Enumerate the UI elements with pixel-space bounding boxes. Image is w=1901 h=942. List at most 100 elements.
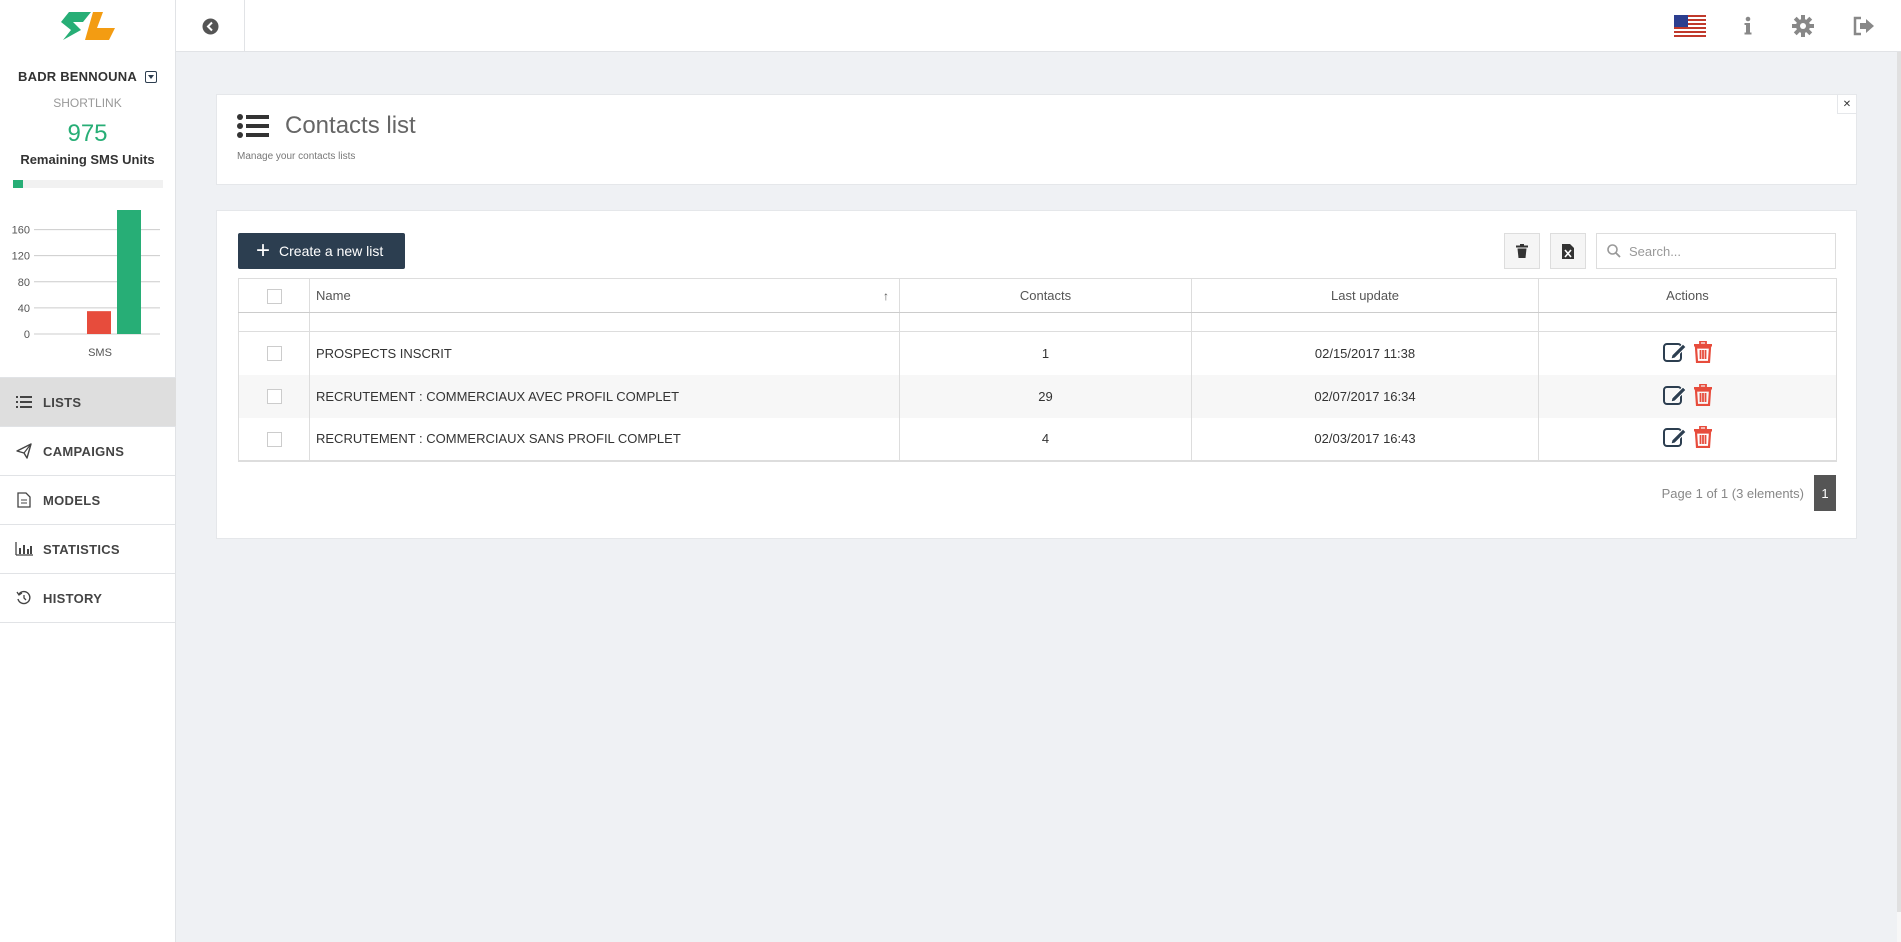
row-select-cell (238, 417, 310, 462)
select-all-checkbox[interactable] (266, 288, 282, 304)
page-title-row: Contacts list (237, 112, 416, 140)
contacts-count-cell: 1 (899, 331, 1192, 375)
sidebar-item-label: LISTS (43, 394, 82, 410)
sidebar-item-statistics[interactable]: STATISTICS (0, 525, 176, 574)
gear-icon[interactable] (1786, 12, 1820, 40)
page-button-1[interactable]: 1 (1814, 475, 1836, 511)
column-header-contacts[interactable]: Contacts (899, 278, 1192, 313)
sidebar-item-history[interactable]: HISTORY (0, 574, 176, 623)
info-icon[interactable] (1731, 12, 1765, 40)
chart-bar (117, 210, 141, 334)
sidebar-item-label: CAMPAIGNS (43, 443, 125, 459)
chart-tick-label: 0 (24, 329, 30, 341)
row-checkbox[interactable] (266, 346, 282, 362)
delete-icon[interactable] (1693, 383, 1713, 406)
sms-remaining-count: 975 (67, 120, 108, 147)
search-box (1596, 233, 1836, 269)
actions-cell (1538, 417, 1837, 462)
list-name-cell: PROSPECTS INSCRIT (309, 331, 900, 375)
sidebar-item-campaigns[interactable]: CAMPAIGNS (0, 427, 176, 476)
panel-collapse-button[interactable]: ✕ (1837, 95, 1856, 114)
sidebar-item-label: STATISTICS (43, 541, 120, 557)
sidebar-item-label: HISTORY (43, 590, 103, 606)
page-subtitle: Manage your contacts lists (237, 151, 356, 162)
page-info: Page 1 of 1 (3 elements) (1661, 485, 1804, 501)
document-icon (15, 491, 33, 509)
filter-cell (309, 312, 900, 332)
page-title: Contacts list (285, 112, 416, 139)
sort-ascending-icon: ↑ (883, 289, 889, 303)
sidebar-item-models[interactable]: MODELS (0, 476, 176, 525)
sidebar-nav: LISTS CAMPAIGNS MODELS STATISTICS HISTOR… (0, 377, 176, 623)
chart-tick-label: 40 (18, 303, 30, 315)
column-header-label: Name (316, 288, 351, 303)
actions-cell (1538, 331, 1837, 375)
sms-remaining-label: Remaining SMS Units (20, 152, 155, 167)
chevron-left-circle-icon (202, 18, 218, 34)
row-select-cell (238, 331, 310, 375)
last-update-cell: 02/07/2017 16:34 (1191, 374, 1539, 418)
collapse-sidebar-button[interactable] (176, 0, 245, 52)
list-name-cell: RECRUTEMENT : COMMERCIAUX AVEC PROFIL CO… (309, 374, 900, 418)
scrollbar-thumb[interactable] (1897, 52, 1901, 912)
page-scrollbar[interactable] (1897, 52, 1901, 942)
delete-icon[interactable] (1693, 340, 1713, 363)
filter-cell (1191, 312, 1539, 332)
actions-cell (1538, 374, 1837, 418)
paper-plane-icon (15, 442, 33, 460)
contacts-table: Name ↑ Contacts Last update Actions PROSP… (238, 278, 1837, 462)
column-header-actions: Actions (1538, 278, 1837, 313)
close-icon: ✕ (1842, 98, 1852, 110)
list-icon (15, 393, 33, 411)
company-name: SHORTLINK (53, 96, 122, 110)
row-checkbox[interactable] (266, 389, 282, 405)
delete-selected-button[interactable] (1504, 233, 1540, 269)
contacts-count-cell: 29 (899, 374, 1192, 418)
pagination: Page 1 of 1 (3 elements) 1 (1662, 475, 1836, 511)
logo-icon (60, 12, 115, 40)
shortlink-logo[interactable] (0, 0, 175, 52)
edit-icon[interactable] (1662, 384, 1687, 406)
contacts-count-cell: 4 (899, 417, 1192, 462)
search-icon (1607, 244, 1621, 258)
column-header-last-update[interactable]: Last update (1191, 278, 1539, 313)
edit-icon[interactable] (1662, 426, 1687, 448)
user-menu[interactable]: BADR BENNOUNA (18, 69, 157, 84)
bar-chart-icon (15, 540, 33, 558)
trash-icon (1516, 244, 1528, 258)
us-flag-icon[interactable] (1673, 12, 1707, 40)
delete-icon[interactable] (1693, 426, 1713, 448)
sidebar-item-lists[interactable]: LISTS (0, 378, 176, 427)
chart-x-label: SMS (88, 347, 112, 358)
chart-bar (87, 311, 111, 334)
contacts-table-wrapper: Name ↑ Contacts Last update Actions PROSP… (238, 278, 1837, 462)
history-icon (15, 589, 33, 607)
create-list-label: Create a new list (279, 243, 384, 259)
last-update-cell: 02/03/2017 16:43 (1191, 417, 1539, 462)
sms-mini-chart: 0 40 80 120 160 SMS (0, 188, 175, 358)
user-profile: BADR BENNOUNA SHORTLINK 975 Remaining SM… (0, 52, 175, 188)
table-row[interactable]: RECRUTEMENT : COMMERCIAUX SANS PROFIL CO… (238, 417, 1837, 462)
sms-progress-fill (12, 180, 23, 188)
column-header-name[interactable]: Name ↑ (309, 278, 900, 313)
top-bar (176, 0, 1901, 52)
create-list-button[interactable]: + Create a new list (238, 233, 405, 269)
page-header-panel: Contacts list Manage your contacts lists… (216, 94, 1857, 185)
caret-down-icon[interactable] (144, 70, 157, 83)
user-name: BADR BENNOUNA (18, 69, 137, 84)
sidebar: BADR BENNOUNA SHORTLINK 975 Remaining SM… (0, 0, 176, 942)
plus-icon: + (256, 237, 271, 264)
search-input[interactable] (1629, 243, 1819, 259)
filter-cell (238, 312, 310, 332)
table-row[interactable]: PROSPECTS INSCRIT 1 02/15/2017 11:38 (238, 331, 1837, 375)
table-row[interactable]: RECRUTEMENT : COMMERCIAUX AVEC PROFIL CO… (238, 374, 1837, 418)
excel-file-icon (1562, 243, 1574, 259)
contacts-list-panel: + Create a new list Name ↑ Contacts Last … (216, 210, 1857, 539)
list-name-cell: RECRUTEMENT : COMMERCIAUX SANS PROFIL CO… (309, 417, 900, 462)
row-checkbox[interactable] (266, 431, 282, 447)
sms-progress-bar (12, 180, 163, 188)
export-excel-button[interactable] (1550, 233, 1586, 269)
table-header-row: Name ↑ Contacts Last update Actions (238, 278, 1837, 313)
edit-icon[interactable] (1662, 341, 1687, 363)
logout-icon[interactable] (1847, 12, 1881, 40)
